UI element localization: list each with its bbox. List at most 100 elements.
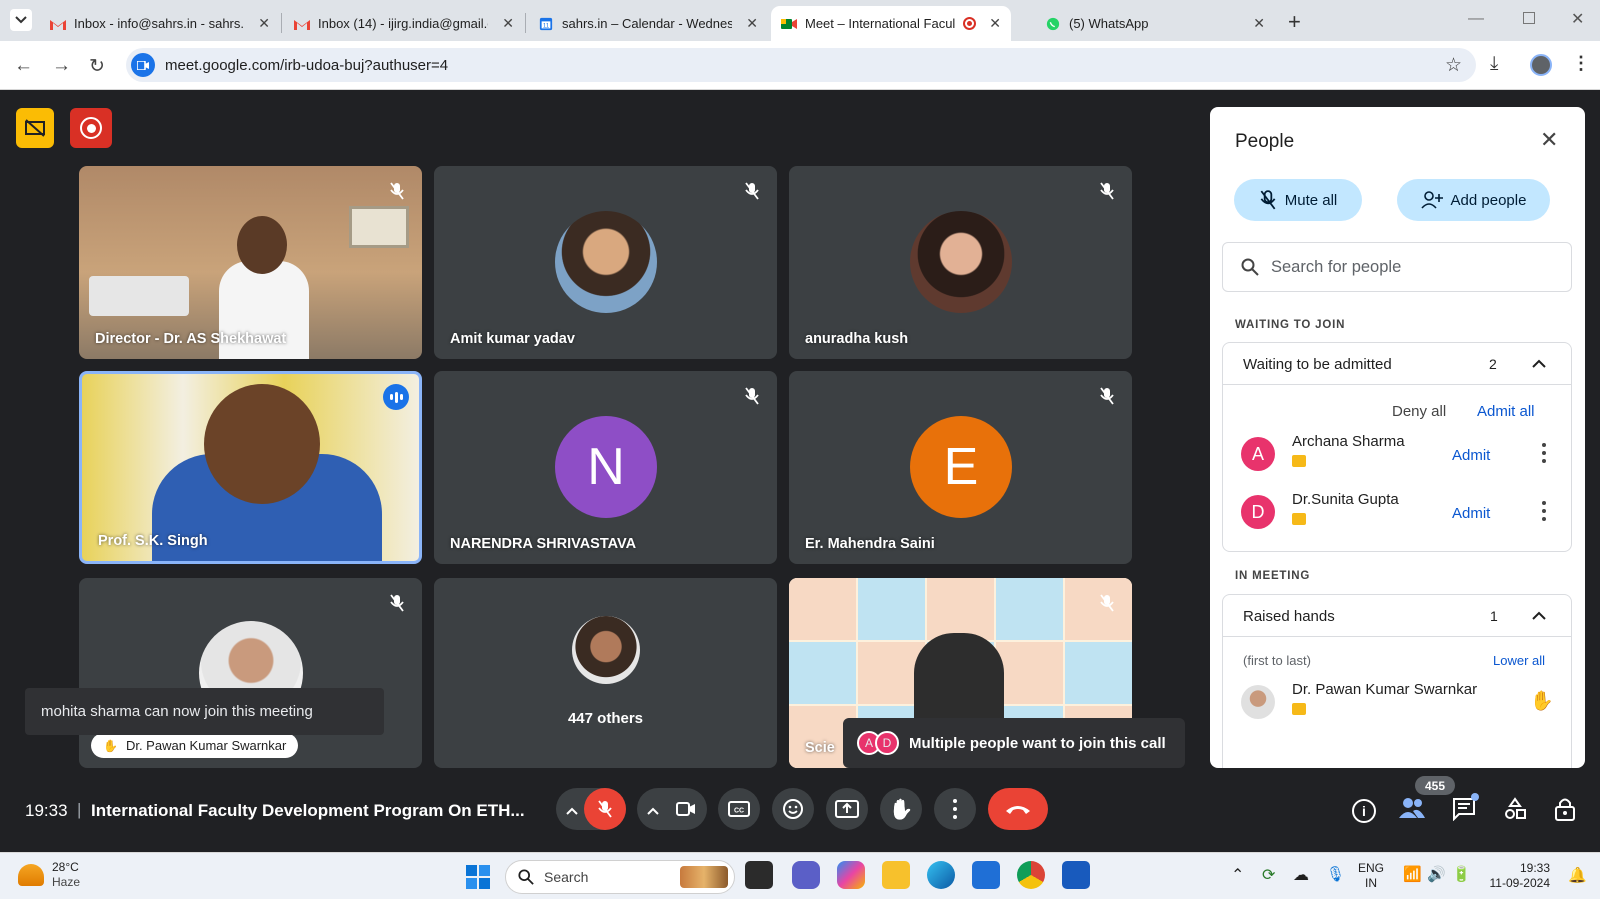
participant-tile[interactable]: Amit kumar yadav: [434, 166, 777, 359]
profile-avatar[interactable]: [1530, 54, 1552, 76]
camera-icon: [676, 802, 695, 816]
activities-button[interactable]: [1503, 797, 1527, 826]
captions-icon: CC: [728, 801, 750, 817]
participant-tile-active-speaker[interactable]: Prof. S.K. Singh: [79, 371, 422, 564]
host-badge-icon: [1292, 455, 1306, 467]
chrome-icon[interactable]: [1017, 861, 1045, 889]
raised-hands-header[interactable]: Raised hands 1: [1223, 595, 1571, 637]
waiting-group-header[interactable]: Waiting to be admitted 2: [1223, 343, 1571, 385]
cloud-icon[interactable]: ☁: [1293, 865, 1309, 885]
lower-hand-icon[interactable]: ✋: [1530, 689, 1554, 713]
audio-settings-chevron-icon[interactable]: [566, 802, 578, 820]
people-panel: People ✕ Mute all Add people Search for …: [1210, 107, 1585, 768]
participant-tile[interactable]: ✋ Dr. Pawan Kumar Swarnkar: [79, 578, 422, 768]
tab-meet[interactable]: Meet – International Faculty ✕: [771, 6, 1011, 41]
word-icon[interactable]: [1062, 861, 1090, 889]
sync-icon[interactable]: ⟳: [1262, 865, 1275, 885]
video-settings-chevron-icon[interactable]: [647, 802, 659, 820]
others-tile[interactable]: 447 others: [434, 578, 777, 768]
tab-whatsapp[interactable]: (5) WhatsApp ✕: [1035, 6, 1275, 41]
download-icon[interactable]: ⤓: [1490, 53, 1498, 75]
waiting-person-row: A Archana Sharma Admit: [1222, 425, 1572, 483]
camera-toggle-button[interactable]: [665, 788, 707, 830]
start-button[interactable]: [466, 865, 490, 889]
mic-off-icon: [386, 592, 408, 614]
chat-button[interactable]: [1452, 793, 1479, 826]
recording-button[interactable]: [70, 108, 112, 148]
microphone-icon[interactable]: 🎙: [1326, 865, 1345, 883]
bookmark-star-icon[interactable]: ☆: [1445, 54, 1462, 77]
edge-browser-icon[interactable]: [927, 861, 955, 889]
participant-tile[interactable]: E Er. Mahendra Saini: [789, 371, 1132, 564]
host-badge-icon: [1292, 513, 1306, 525]
more-options-icon[interactable]: [1542, 501, 1546, 521]
meeting-details-icon[interactable]: i: [1352, 799, 1376, 823]
microsoft-store-icon[interactable]: [972, 861, 1000, 889]
people-button[interactable]: [1398, 797, 1432, 825]
host-controls-icon[interactable]: [16, 108, 54, 148]
tab-calendar[interactable]: 11 sahrs.in – Calendar - Wednesday ✕: [528, 6, 768, 41]
search-people-field[interactable]: Search for people: [1222, 242, 1572, 292]
file-explorer-icon[interactable]: [882, 861, 910, 889]
back-arrow-icon[interactable]: ←: [14, 55, 33, 77]
close-tab-icon[interactable]: ✕: [1253, 15, 1265, 32]
close-window-button[interactable]: ✕: [1571, 9, 1584, 29]
host-badge-icon: [1292, 703, 1306, 715]
mic-toggle-button[interactable]: [584, 788, 626, 830]
captions-button[interactable]: CC: [718, 788, 760, 830]
reload-icon[interactable]: ↻: [89, 55, 105, 78]
participant-tile[interactable]: N NARENDRA SHRIVASTAVA: [434, 371, 777, 564]
close-tab-icon[interactable]: ✕: [989, 15, 1001, 32]
close-tab-icon[interactable]: ✕: [746, 15, 758, 32]
emoji-icon: [783, 799, 803, 819]
participant-tile[interactable]: Director - Dr. AS Shekhawat: [79, 166, 422, 359]
restore-button[interactable]: [1523, 12, 1535, 24]
participant-name: Prof. S.K. Singh: [98, 533, 208, 549]
system-clock[interactable]: 19:33 11-09-2024: [1485, 861, 1551, 891]
close-tab-icon[interactable]: ✕: [258, 15, 270, 32]
taskbar-search-box[interactable]: Search: [505, 860, 735, 894]
volume-icon[interactable]: 🔊: [1427, 865, 1446, 883]
browser-menu-icon[interactable]: ⋮: [1572, 53, 1590, 74]
present-screen-button[interactable]: [826, 788, 868, 830]
notification-bell-icon[interactable]: 🔔: [1568, 866, 1587, 884]
wifi-icon[interactable]: 📶: [1403, 865, 1422, 883]
language-indicator[interactable]: ENG IN: [1358, 861, 1384, 891]
mute-all-button[interactable]: Mute all: [1234, 179, 1362, 221]
reactions-button[interactable]: [772, 788, 814, 830]
url-text: meet.google.com/irb-udoa-buj?authuser=4: [165, 56, 449, 74]
admit-button[interactable]: Admit: [1452, 447, 1490, 464]
close-tab-icon[interactable]: ✕: [502, 15, 514, 32]
admit-all-button[interactable]: Admit all: [1477, 403, 1535, 420]
tab-gmail-ijirg[interactable]: Inbox (14) - ijirg.india@gmail.com ✕: [284, 6, 524, 41]
omnibox[interactable]: meet.google.com/irb-udoa-buj?authuser=4 …: [126, 48, 1476, 82]
raise-hand-button[interactable]: ✋: [880, 788, 922, 830]
weather-widget[interactable]: 28°C Haze: [18, 860, 80, 890]
close-panel-icon[interactable]: ✕: [1540, 127, 1558, 153]
admit-button[interactable]: Admit: [1452, 505, 1490, 522]
camera-control-group: [637, 788, 707, 830]
more-options-icon[interactable]: [1542, 443, 1546, 463]
tab-search-button[interactable]: [10, 9, 32, 31]
leave-call-button[interactable]: [988, 788, 1048, 830]
show-hidden-icons[interactable]: ⌃: [1231, 865, 1244, 885]
lower-all-button[interactable]: Lower all: [1493, 653, 1545, 668]
site-info-icon[interactable]: [131, 53, 155, 77]
teams-chat-icon[interactable]: [792, 861, 820, 889]
add-people-button[interactable]: Add people: [1397, 179, 1550, 221]
mic-off-icon: [1096, 592, 1118, 614]
task-view-icon[interactable]: [745, 861, 773, 889]
copilot-icon[interactable]: [837, 861, 865, 889]
new-tab-button[interactable]: +: [1288, 9, 1301, 35]
battery-icon[interactable]: 🔋: [1452, 865, 1471, 883]
minimize-button[interactable]: —: [1468, 10, 1484, 28]
tab-gmail-info[interactable]: Inbox - info@sahrs.in - sahrs.in ✕: [40, 6, 280, 41]
section-waiting-heading: WAITING TO JOIN: [1235, 319, 1346, 331]
forward-arrow-icon[interactable]: →: [52, 55, 71, 77]
multiple-join-request-toast[interactable]: A D Multiple people want to join this ca…: [843, 718, 1185, 768]
deny-all-button[interactable]: Deny all: [1392, 403, 1446, 420]
more-options-button[interactable]: [934, 788, 976, 830]
requester-avatar: D: [875, 731, 899, 755]
participant-tile[interactable]: anuradha kush: [789, 166, 1132, 359]
host-controls-button[interactable]: [1554, 796, 1576, 827]
